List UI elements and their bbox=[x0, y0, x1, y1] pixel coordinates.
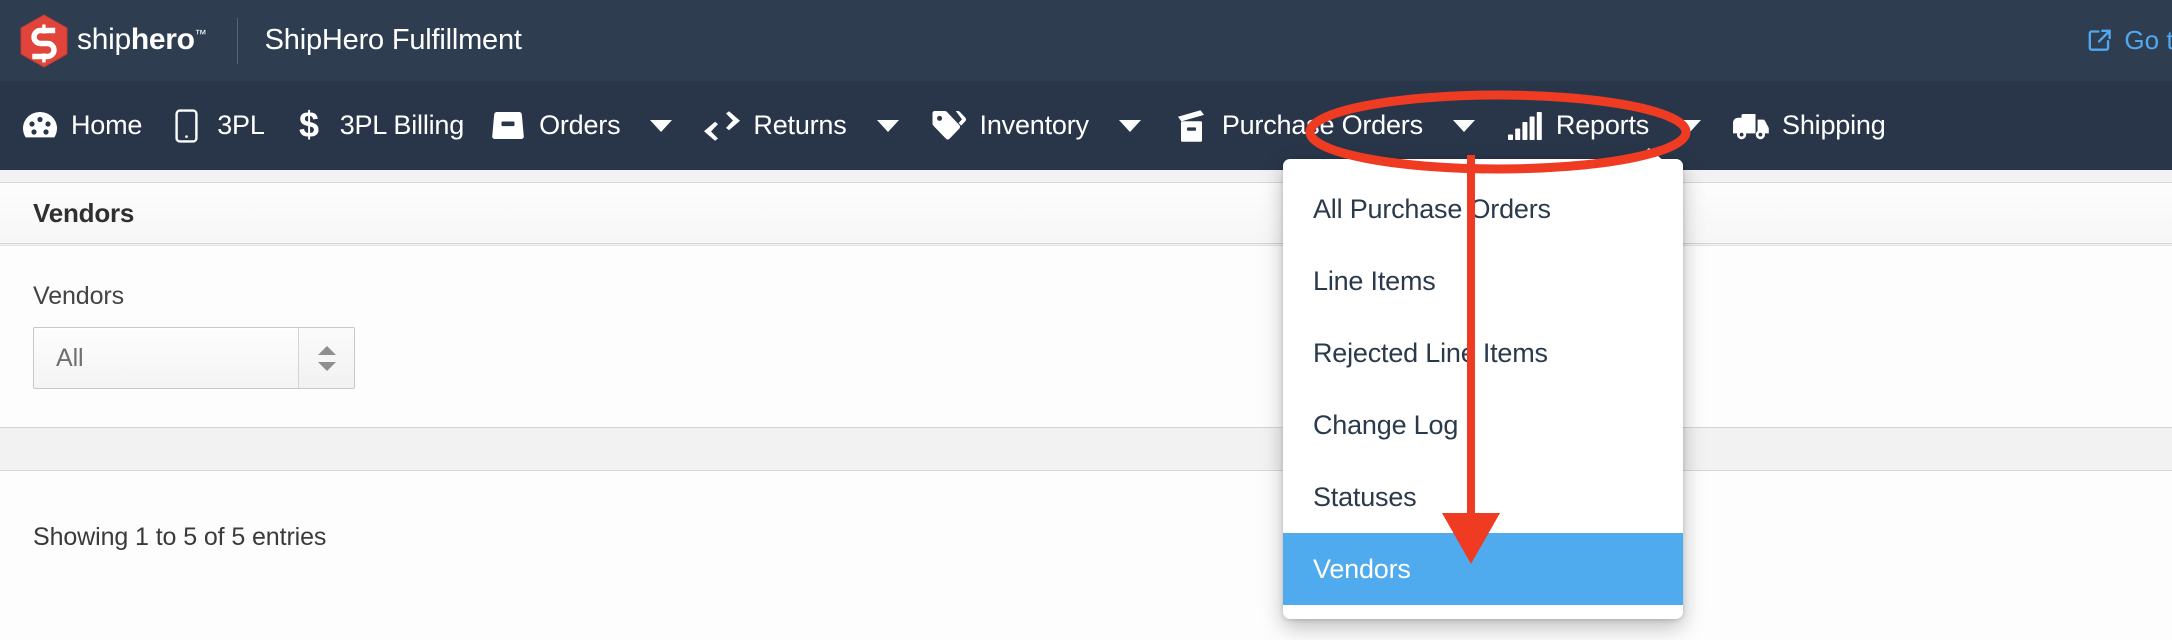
dollar-sign-icon: $ bbox=[291, 107, 327, 145]
vendors-table-panel: Showing 1 to 5 of 5 entries bbox=[0, 470, 2172, 640]
purchase-orders-chevron-down-icon[interactable] bbox=[1435, 81, 1493, 170]
returns-chevron-down-icon[interactable] bbox=[859, 81, 917, 170]
top-brand-bar: shiphero™ ShipHero Fulfillment Go to bbox=[0, 0, 2172, 81]
topbar-right-actions: Go to bbox=[2086, 0, 2172, 81]
inbox-tray-icon bbox=[490, 109, 526, 143]
vendors-filter-label: Vendors bbox=[33, 282, 125, 310]
dashboard-gauge-icon bbox=[22, 109, 58, 143]
box-archive-icon bbox=[1173, 109, 1209, 143]
exchange-arrows-icon bbox=[704, 109, 741, 143]
menu-item-label: All Purchase Orders bbox=[1313, 193, 1551, 224]
nav-item-home[interactable]: Home bbox=[8, 81, 154, 170]
menu-item-change-log[interactable]: Change Log bbox=[1283, 389, 1683, 461]
nav-item-purchase-orders[interactable]: Purchase Orders bbox=[1159, 81, 1435, 170]
main-navigation: Home 3PL $ 3PL Billing Orders Returns In… bbox=[0, 81, 2172, 170]
reports-chevron-down-icon[interactable] bbox=[1661, 81, 1719, 170]
nav-item-3pl[interactable]: 3PL bbox=[154, 81, 276, 170]
delivery-truck-icon bbox=[1733, 109, 1769, 143]
nav-label: Home bbox=[71, 110, 143, 140]
nav-label: Inventory bbox=[979, 110, 1089, 140]
vendors-select[interactable]: All bbox=[33, 327, 355, 389]
go-to-label: Go to bbox=[2124, 25, 2172, 55]
page-title: Vendors bbox=[33, 197, 135, 228]
price-tag-icon bbox=[931, 109, 967, 143]
nav-label: Reports bbox=[1555, 110, 1650, 140]
external-link-icon bbox=[2086, 27, 2113, 54]
shiphero-wordmark: shiphero™ bbox=[77, 22, 207, 57]
go-to-link[interactable]: Go to bbox=[2086, 25, 2172, 56]
logo-text-light: ship bbox=[77, 22, 131, 56]
orders-chevron-down-icon[interactable] bbox=[632, 81, 690, 170]
vendors-panel-header: Vendors bbox=[0, 182, 2172, 244]
page-content: Vendors Vendors All Showing 1 to 5 of 5 … bbox=[0, 170, 2172, 640]
mobile-device-icon bbox=[168, 108, 204, 143]
svg-text:$: $ bbox=[299, 107, 319, 145]
menu-item-label: Statuses bbox=[1313, 481, 1417, 512]
chevron-up-icon[interactable] bbox=[317, 345, 336, 355]
menu-item-label: Rejected Line Items bbox=[1313, 337, 1548, 368]
menu-item-label: Change Log bbox=[1313, 409, 1459, 440]
shiphero-hexagon-logo-icon bbox=[18, 13, 70, 69]
logo-trademark: ™ bbox=[194, 26, 207, 41]
menu-item-all-purchase-orders[interactable]: All Purchase Orders bbox=[1283, 173, 1683, 245]
menu-item-rejected-line-items[interactable]: Rejected Line Items bbox=[1283, 317, 1683, 389]
inventory-chevron-down-icon[interactable] bbox=[1101, 81, 1159, 170]
nav-item-returns[interactable]: Returns bbox=[690, 81, 858, 170]
bar-chart-icon bbox=[1507, 109, 1543, 143]
menu-item-statuses[interactable]: Statuses bbox=[1283, 461, 1683, 533]
dropdown-pointer-caret bbox=[1632, 148, 1666, 163]
nav-item-inventory[interactable]: Inventory bbox=[917, 81, 1101, 170]
nav-item-3pl-billing[interactable]: $ 3PL Billing bbox=[277, 81, 476, 170]
menu-item-label: Vendors bbox=[1313, 553, 1411, 584]
menu-item-label: Line Items bbox=[1313, 265, 1436, 296]
table-entries-info: Showing 1 to 5 of 5 entries bbox=[33, 523, 327, 551]
purchase-orders-dropdown-menu: All Purchase Orders Line Items Rejected … bbox=[1283, 159, 1683, 619]
vendors-filter-panel: Vendors All bbox=[0, 245, 2172, 428]
vendors-select-value: All bbox=[56, 343, 84, 372]
brand-logo[interactable]: shiphero™ bbox=[0, 13, 207, 69]
nav-label: Returns bbox=[753, 110, 847, 140]
logo-text-bold: hero bbox=[130, 22, 195, 56]
app-title: ShipHero Fulfillment bbox=[264, 24, 522, 56]
nav-item-orders[interactable]: Orders bbox=[476, 81, 632, 170]
menu-item-vendors[interactable]: Vendors bbox=[1283, 533, 1683, 605]
nav-label: Shipping bbox=[1782, 110, 1886, 140]
brand-divider bbox=[236, 17, 238, 64]
nav-label: Purchase Orders bbox=[1221, 110, 1423, 140]
nav-label: 3PL bbox=[217, 110, 265, 140]
chevron-down-icon[interactable] bbox=[317, 361, 336, 371]
app-window: shiphero™ ShipHero Fulfillment Go to bbox=[0, 0, 2172, 640]
nav-label: 3PL Billing bbox=[339, 110, 465, 140]
menu-item-line-items[interactable]: Line Items bbox=[1283, 245, 1683, 317]
nav-item-shipping[interactable]: Shipping bbox=[1719, 81, 1898, 170]
vendors-select-stepper[interactable] bbox=[298, 328, 354, 388]
nav-label: Orders bbox=[539, 110, 621, 140]
